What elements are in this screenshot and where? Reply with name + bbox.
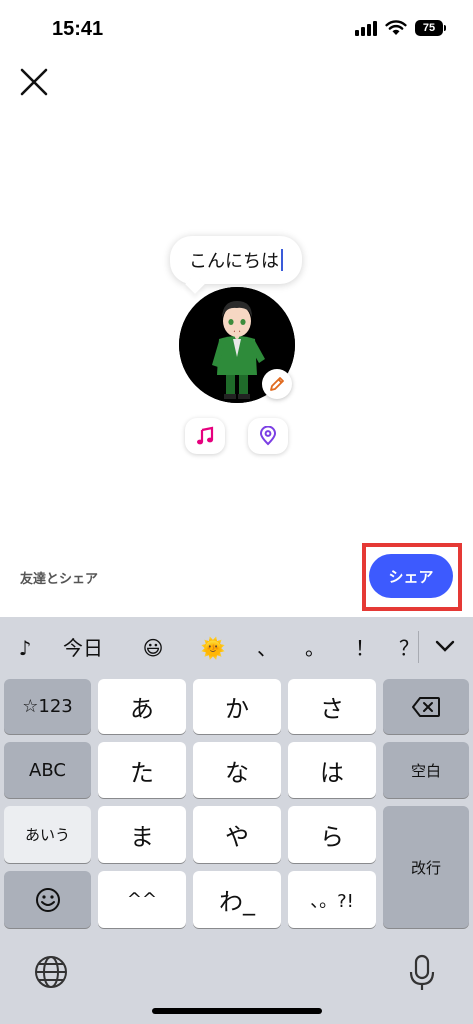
- backspace-icon: [412, 696, 440, 717]
- pencil-icon: [270, 377, 284, 391]
- wifi-icon: [385, 20, 407, 35]
- suggestion-item[interactable]: 😃: [136, 633, 170, 663]
- suggestion-item[interactable]: 、: [254, 633, 280, 663]
- key-ha[interactable]: は: [288, 742, 376, 798]
- location-button[interactable]: [248, 418, 288, 454]
- globe-icon[interactable]: [32, 953, 70, 991]
- battery-icon: 75: [415, 20, 446, 36]
- suggestion-item[interactable]: ！: [352, 633, 378, 663]
- signal-icon: [355, 20, 377, 36]
- key-a[interactable]: あ: [98, 679, 186, 734]
- close-button[interactable]: [16, 64, 52, 100]
- status-message-text: こんにちは: [189, 251, 279, 272]
- hiragana-key[interactable]: あいう: [4, 806, 91, 863]
- numbers-key[interactable]: ☆123: [4, 679, 91, 734]
- status-bar: 15:41 75: [0, 0, 473, 60]
- edit-avatar-button[interactable]: [262, 369, 292, 399]
- music-button[interactable]: [185, 418, 225, 454]
- key-punctuation[interactable]: 、。?!: [288, 871, 376, 928]
- abc-key[interactable]: ABC: [4, 742, 91, 798]
- share-button[interactable]: シェア: [369, 554, 453, 598]
- key-sa[interactable]: さ: [288, 679, 376, 734]
- emoji-key[interactable]: [4, 871, 91, 928]
- key-ya[interactable]: や: [193, 806, 281, 863]
- status-icons: 75: [355, 20, 446, 36]
- suggestion-item[interactable]: 。: [302, 633, 328, 663]
- suggestion-bar: ♪ 今日 😃 🌞 、 。 ！ ？: [0, 617, 473, 677]
- text-cursor: [281, 249, 283, 271]
- emoji-icon: [35, 887, 60, 912]
- key-ta[interactable]: た: [98, 742, 186, 798]
- return-key[interactable]: 改行: [383, 806, 469, 928]
- space-key[interactable]: 空白: [383, 742, 469, 798]
- suggestion-item[interactable]: ？: [398, 633, 420, 663]
- suggestion-divider: [418, 631, 419, 663]
- suggestion-item[interactable]: 今日: [58, 633, 108, 663]
- location-pin-icon: [259, 426, 277, 446]
- status-time: 15:41: [52, 18, 104, 40]
- music-note-icon: [197, 426, 214, 445]
- share-with-friends-label: 友達とシェア: [20, 572, 99, 587]
- close-icon: [20, 68, 48, 96]
- key-kaomoji[interactable]: ^^: [98, 871, 186, 928]
- suggestion-item[interactable]: 🌞: [196, 633, 230, 663]
- screen: 15:41 75 こんにちは 友達とシェア シェア ♪ 今日 😃 🌞 、 。 ！…: [0, 0, 473, 1024]
- key-na[interactable]: な: [193, 742, 281, 798]
- key-ka[interactable]: か: [193, 679, 281, 734]
- key-ma[interactable]: ま: [98, 806, 186, 863]
- chevron-down-icon[interactable]: [434, 639, 456, 653]
- home-indicator: [152, 1008, 322, 1014]
- delete-key[interactable]: [383, 679, 469, 734]
- suggestion-item[interactable]: ♪: [10, 633, 40, 663]
- key-wa[interactable]: わ_: [193, 871, 281, 928]
- status-message-bubble[interactable]: こんにちは: [170, 236, 302, 284]
- microphone-icon[interactable]: [407, 953, 437, 993]
- key-ra[interactable]: ら: [288, 806, 376, 863]
